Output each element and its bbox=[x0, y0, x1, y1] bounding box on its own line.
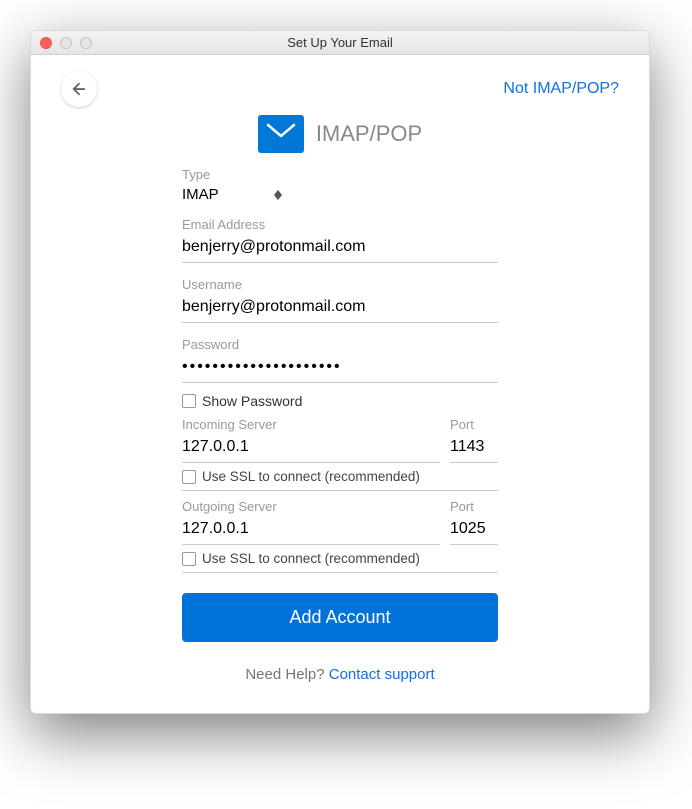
show-password-row: Show Password bbox=[182, 393, 498, 409]
type-label: Type bbox=[182, 167, 498, 182]
help-text: Need Help? bbox=[245, 666, 328, 683]
close-window-button[interactable] bbox=[40, 37, 52, 49]
email-field[interactable] bbox=[182, 232, 498, 263]
maximize-window-button[interactable] bbox=[80, 37, 92, 49]
not-imap-link[interactable]: Not IMAP/POP? bbox=[503, 80, 619, 98]
incoming-ssl-label: Use SSL to connect (recommended) bbox=[202, 469, 420, 484]
heading-text: IMAP/POP bbox=[316, 121, 422, 147]
window-title: Set Up Your Email bbox=[31, 35, 649, 50]
type-select[interactable]: IMAP bbox=[182, 186, 282, 203]
type-value: IMAP bbox=[182, 186, 219, 203]
password-field[interactable]: ••••••••••••••••••••• bbox=[182, 352, 498, 383]
outgoing-ssl-row: Use SSL to connect (recommended) bbox=[182, 551, 498, 573]
add-account-button[interactable]: Add Account bbox=[182, 593, 498, 642]
outgoing-port-label: Port bbox=[450, 499, 498, 514]
email-label: Email Address bbox=[182, 217, 498, 232]
username-field[interactable] bbox=[182, 292, 498, 323]
minimize-window-button[interactable] bbox=[60, 37, 72, 49]
footer: Need Help? Contact support bbox=[182, 666, 498, 683]
incoming-port-field[interactable] bbox=[450, 432, 498, 463]
window-controls bbox=[40, 37, 92, 49]
updown-icon bbox=[274, 190, 282, 200]
page-heading: IMAP/POP bbox=[61, 115, 619, 153]
outgoing-ssl-checkbox[interactable] bbox=[182, 552, 196, 566]
outgoing-server-label: Outgoing Server bbox=[182, 499, 440, 514]
outgoing-ssl-label: Use SSL to connect (recommended) bbox=[202, 551, 420, 566]
content: Not IMAP/POP? IMAP/POP Type IMAP Email A… bbox=[31, 55, 649, 713]
window: Set Up Your Email Not IMAP/POP? IMAP/POP… bbox=[30, 30, 650, 714]
back-button[interactable] bbox=[61, 71, 97, 107]
username-label: Username bbox=[182, 277, 498, 292]
incoming-server-label: Incoming Server bbox=[182, 417, 440, 432]
show-password-checkbox[interactable] bbox=[182, 394, 196, 408]
outgoing-port-field[interactable] bbox=[450, 514, 498, 545]
arrow-left-icon bbox=[70, 80, 88, 98]
password-label: Password bbox=[182, 337, 498, 352]
show-password-label: Show Password bbox=[202, 393, 302, 409]
outgoing-server-field[interactable] bbox=[182, 514, 440, 545]
incoming-ssl-row: Use SSL to connect (recommended) bbox=[182, 469, 498, 491]
form: Type IMAP Email Address Username Passwor… bbox=[182, 167, 498, 683]
mail-icon bbox=[258, 115, 304, 153]
contact-support-link[interactable]: Contact support bbox=[329, 666, 435, 683]
incoming-server-field[interactable] bbox=[182, 432, 440, 463]
titlebar: Set Up Your Email bbox=[31, 31, 649, 55]
incoming-port-label: Port bbox=[450, 417, 498, 432]
incoming-ssl-checkbox[interactable] bbox=[182, 470, 196, 484]
